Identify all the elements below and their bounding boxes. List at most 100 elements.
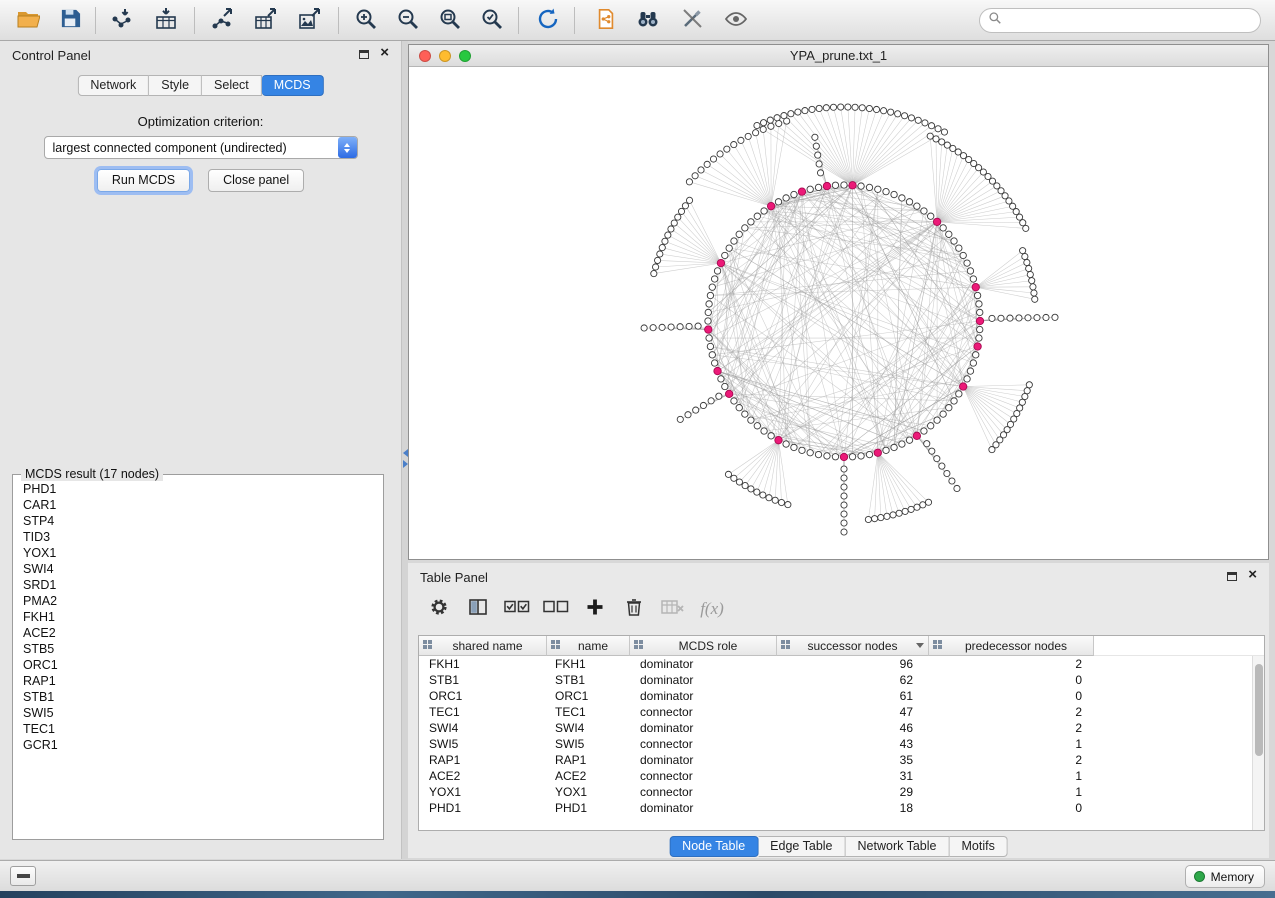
zoom-selected-button[interactable] xyxy=(476,5,508,37)
export-image-button[interactable] xyxy=(294,5,326,37)
tab-motifs[interactable]: Motifs xyxy=(949,836,1007,857)
mcds-result-item[interactable]: SRD1 xyxy=(23,577,379,593)
cell-name: TEC1 xyxy=(547,704,630,720)
show-columns-button[interactable] xyxy=(467,598,489,620)
delete-column-button[interactable] xyxy=(623,598,645,620)
show-hide-button[interactable] xyxy=(720,5,752,37)
table-row[interactable]: YOX1YOX1connector291 xyxy=(419,784,1252,800)
column-header-successor-nodes[interactable]: successor nodes xyxy=(777,636,929,656)
column-header-shared-name[interactable]: shared name xyxy=(419,636,547,656)
mcds-result-list[interactable]: PHD1CAR1STP4TID3YOX1SWI4SRD1PMA2FKH1ACE2… xyxy=(23,481,379,835)
mcds-result-item[interactable]: SWI5 xyxy=(23,705,379,721)
import-network-button[interactable] xyxy=(106,5,138,37)
table-row[interactable]: SWI4SWI4dominator462 xyxy=(419,720,1252,736)
cell-role: connector xyxy=(630,736,777,752)
table-row[interactable]: TEC1TEC1connector472 xyxy=(419,704,1252,720)
table-row[interactable]: ORC1ORC1dominator610 xyxy=(419,688,1252,704)
sort-descending-icon xyxy=(916,643,924,648)
table-scrollbar[interactable] xyxy=(1252,656,1264,830)
column-header-name[interactable]: name xyxy=(547,636,630,656)
table-panel: Table Panel × f(x) shared name name MCDS… xyxy=(408,563,1269,858)
table-row[interactable]: STB1STB1dominator620 xyxy=(419,672,1252,688)
export-network-button[interactable] xyxy=(206,5,238,37)
network-graph[interactable] xyxy=(409,67,1268,559)
network-canvas[interactable] xyxy=(409,67,1268,559)
mcds-result-item[interactable]: YOX1 xyxy=(23,545,379,561)
close-panel-icon[interactable]: × xyxy=(1248,566,1257,583)
table-row[interactable]: PHD1PHD1dominator180 xyxy=(419,800,1252,816)
search-icon xyxy=(988,11,1002,30)
combo-stepper-icon xyxy=(338,137,357,158)
mcds-result-item[interactable]: FKH1 xyxy=(23,609,379,625)
close-panel-icon[interactable]: × xyxy=(380,44,389,61)
mcds-result-item[interactable]: STB1 xyxy=(23,689,379,705)
table-settings-button[interactable] xyxy=(428,598,450,620)
export-table-button[interactable] xyxy=(250,5,282,37)
cell-pred: 2 xyxy=(929,704,1094,720)
zoom-fit-button[interactable] xyxy=(434,5,466,37)
table-row[interactable]: RAP1RAP1dominator352 xyxy=(419,752,1252,768)
create-column-button[interactable] xyxy=(584,598,606,620)
mcds-result-item[interactable]: TEC1 xyxy=(23,721,379,737)
function-builder-button-disabled[interactable]: f(x) xyxy=(701,598,723,620)
float-window-icon[interactable] xyxy=(359,50,369,59)
tab-edge-table[interactable]: Edge Table xyxy=(758,836,845,857)
import-table-button[interactable] xyxy=(150,5,182,37)
table-toolbar: f(x) xyxy=(408,589,1269,629)
tab-mcds[interactable]: MCDS xyxy=(262,75,324,96)
cell-succ: 61 xyxy=(777,688,929,704)
mcds-result-item[interactable]: TID3 xyxy=(23,529,379,545)
run-mcds-button[interactable]: Run MCDS xyxy=(97,169,190,192)
mcds-result-item[interactable]: CAR1 xyxy=(23,497,379,513)
tab-node-table[interactable]: Node Table xyxy=(669,836,758,857)
table-row[interactable]: FKH1FKH1dominator962 xyxy=(419,656,1252,672)
close-panel-button[interactable]: Close panel xyxy=(208,169,304,192)
cell-succ: 29 xyxy=(777,784,929,800)
table-row[interactable]: ACE2ACE2connector311 xyxy=(419,768,1252,784)
tab-network[interactable]: Network xyxy=(77,75,149,96)
cell-succ: 18 xyxy=(777,800,929,816)
cell-name: RAP1 xyxy=(547,752,630,768)
mcds-result-item[interactable]: ACE2 xyxy=(23,625,379,641)
delete-table-button-disabled[interactable] xyxy=(662,598,684,620)
open-file-button[interactable] xyxy=(12,5,44,37)
style-toggle-button[interactable] xyxy=(676,5,708,37)
table-row[interactable]: SWI5SWI5connector431 xyxy=(419,736,1252,752)
mcds-result-item[interactable]: PMA2 xyxy=(23,593,379,609)
scrollbar-thumb[interactable] xyxy=(1255,664,1263,756)
mcds-result-item[interactable]: STB5 xyxy=(23,641,379,657)
select-all-columns-button[interactable] xyxy=(506,598,528,620)
float-window-icon[interactable] xyxy=(1227,572,1237,581)
column-grid-icon xyxy=(781,639,791,653)
optimization-criterion-select[interactable]: largest connected component (undirected) xyxy=(44,136,358,159)
tab-network-table[interactable]: Network Table xyxy=(846,836,950,857)
column-label: name xyxy=(561,639,625,653)
save-session-button[interactable] xyxy=(54,5,86,37)
tab-select[interactable]: Select xyxy=(202,75,262,96)
column-header-predecessor-nodes[interactable]: predecessor nodes xyxy=(929,636,1094,656)
deselect-all-columns-button[interactable] xyxy=(545,598,567,620)
network-window-titlebar[interactable]: YPA_prune.txt_1 xyxy=(409,45,1268,67)
share-document-button[interactable] xyxy=(590,5,622,37)
mcds-result-item[interactable]: RAP1 xyxy=(23,673,379,689)
mcds-result-item[interactable]: SWI4 xyxy=(23,561,379,577)
zoom-in-button[interactable] xyxy=(350,5,382,37)
tab-style[interactable]: Style xyxy=(149,75,202,96)
toolbar-separator xyxy=(194,7,195,34)
column-header-mcds-role[interactable]: MCDS role xyxy=(630,636,777,656)
cell-name: SWI5 xyxy=(547,736,630,752)
memory-button[interactable]: Memory xyxy=(1185,865,1265,888)
mcds-result-item[interactable]: ORC1 xyxy=(23,657,379,673)
table-body: FKH1FKH1dominator962STB1STB1dominator620… xyxy=(419,656,1252,830)
zoom-out-button[interactable] xyxy=(392,5,424,37)
mcds-result-item[interactable]: PHD1 xyxy=(23,481,379,497)
search-input[interactable] xyxy=(1007,14,1260,28)
task-history-button[interactable] xyxy=(10,866,36,886)
mcds-result-item[interactable]: STP4 xyxy=(23,513,379,529)
global-search[interactable] xyxy=(979,8,1261,33)
first-neighbors-button[interactable] xyxy=(632,5,664,37)
cell-succ: 46 xyxy=(777,720,929,736)
mcds-result-group: MCDS result (17 nodes) PHD1CAR1STP4TID3Y… xyxy=(12,474,384,840)
refresh-layout-button[interactable] xyxy=(532,5,564,37)
mcds-result-item[interactable]: GCR1 xyxy=(23,737,379,753)
